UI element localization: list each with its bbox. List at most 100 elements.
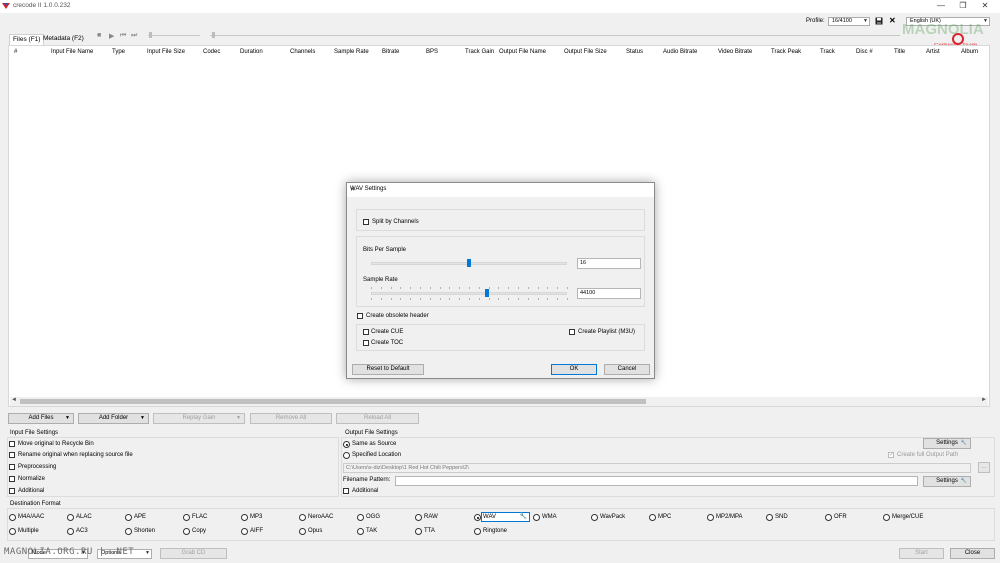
column-header[interactable]: Output File Name <box>499 49 546 55</box>
volume-slider-thumb[interactable] <box>149 32 152 38</box>
column-header[interactable]: Artist <box>926 49 940 55</box>
maximize-button[interactable]: ❐ <box>952 0 974 13</box>
filename-settings-button[interactable]: Settings 🔧 <box>923 476 971 487</box>
bits-per-sample-field[interactable]: 16 <box>577 258 641 269</box>
reload-all-button[interactable]: Reload All <box>336 413 419 424</box>
profile-select[interactable]: 16/4100 ▼ <box>828 17 870 26</box>
column-header[interactable]: Input File Name <box>51 49 93 55</box>
column-header[interactable]: Sample Rate <box>334 49 369 55</box>
column-header[interactable]: Title <box>894 49 905 55</box>
column-header[interactable]: Track <box>820 49 835 55</box>
output-additional-checkbox[interactable] <box>343 488 349 494</box>
replay-gain-button[interactable]: Replay Gain ▼ <box>153 413 245 424</box>
format-radio-flac[interactable] <box>183 514 190 521</box>
dialog-close-icon[interactable]: ✕ <box>350 186 649 193</box>
format-radio-merge-cue[interactable] <box>883 514 890 521</box>
column-header[interactable]: Track Gain <box>465 49 494 55</box>
format-radio-wavpack[interactable] <box>591 514 598 521</box>
column-header[interactable]: Input File Size <box>147 49 185 55</box>
format-radio-ringtone[interactable] <box>474 528 481 535</box>
column-header[interactable]: Video Bitrate <box>718 49 752 55</box>
column-header[interactable]: Output File Size <box>564 49 607 55</box>
column-header[interactable]: Audio Bitrate <box>663 49 697 55</box>
format-radio-copy[interactable] <box>183 528 190 535</box>
output-settings-button[interactable]: Settings 🔧 <box>923 438 971 449</box>
scroll-right-icon[interactable]: ► <box>981 397 987 403</box>
close-app-button[interactable]: Close <box>950 548 995 559</box>
sample-rate-field[interactable]: 44100 <box>577 288 641 299</box>
format-radio-tak[interactable] <box>357 528 364 535</box>
column-header[interactable]: Status <box>626 49 643 55</box>
column-header[interactable]: Disc # <box>856 49 873 55</box>
tab-metadata[interactable]: Metadata (F2) <box>40 34 87 45</box>
stop-icon[interactable]: ■ <box>97 32 101 39</box>
scrollbar-thumb[interactable] <box>20 399 646 404</box>
format-radio-multiple[interactable] <box>9 528 16 535</box>
bits-per-sample-thumb[interactable] <box>467 259 471 267</box>
next-icon[interactable]: ⏭ <box>131 32 137 40</box>
start-button[interactable]: Start <box>899 548 944 559</box>
format-radio-ac3[interactable] <box>67 528 74 535</box>
save-profile-icon[interactable] <box>875 17 883 25</box>
format-radio-ogg[interactable] <box>357 514 364 521</box>
remove-all-button[interactable]: Remove All <box>250 413 332 424</box>
volume-slider-track[interactable] <box>148 35 200 36</box>
format-radio-mp2-mpa[interactable] <box>707 514 714 521</box>
column-header[interactable]: Channels <box>290 49 315 55</box>
delete-profile-icon[interactable]: ✕ <box>889 16 896 25</box>
minimize-button[interactable]: — <box>930 0 952 13</box>
previous-icon[interactable]: ⏮ <box>120 32 126 40</box>
column-header[interactable]: BPS <box>426 49 438 55</box>
reset-to-default-button[interactable]: Reset to Default <box>352 364 424 375</box>
format-radio-mpc[interactable] <box>649 514 656 521</box>
format-radio-raw[interactable] <box>415 514 422 521</box>
same-as-source-radio[interactable] <box>343 441 350 448</box>
format-radio-neroaac[interactable] <box>299 514 306 521</box>
scroll-left-icon[interactable]: ◄ <box>11 397 17 403</box>
sample-rate-thumb[interactable] <box>484 289 489 297</box>
create-playlist-checkbox[interactable] <box>569 329 575 335</box>
format-radio-shorten[interactable] <box>125 528 132 535</box>
format-radio-wav[interactable] <box>474 514 481 521</box>
create-toc-checkbox[interactable] <box>363 340 369 346</box>
horizontal-scrollbar[interactable]: ◄ ► <box>10 397 988 406</box>
column-header[interactable]: Album <box>961 49 978 55</box>
split-by-channels-checkbox[interactable] <box>363 219 369 225</box>
column-header[interactable]: Duration <box>240 49 263 55</box>
preprocessing-checkbox[interactable] <box>9 464 15 470</box>
column-header[interactable]: Codec <box>203 49 220 55</box>
normalize-checkbox[interactable] <box>9 476 15 482</box>
format-radio-snd[interactable] <box>766 514 773 521</box>
play-icon[interactable]: ▶ <box>109 32 114 40</box>
create-full-output-path-checkbox[interactable] <box>888 451 894 458</box>
add-folder-button[interactable]: Add Folder ▼ <box>78 413 149 424</box>
format-radio-opus[interactable] <box>299 528 306 535</box>
add-files-button[interactable]: Add Files ▼ <box>8 413 74 424</box>
column-header[interactable]: Type <box>112 49 125 55</box>
format-radio-aiff[interactable] <box>241 528 248 535</box>
input-additional-checkbox[interactable] <box>9 488 15 494</box>
format-radio-alac[interactable] <box>67 514 74 521</box>
cancel-button[interactable]: Cancel <box>604 364 650 375</box>
column-header[interactable]: Bitrate <box>382 49 399 55</box>
create-cue-checkbox[interactable] <box>363 329 369 335</box>
output-path-input[interactable]: C:\Users\x-diz\Desktop\1 Red Hot Chili P… <box>343 463 971 473</box>
format-radio-tta[interactable] <box>415 528 422 535</box>
recycle-bin-checkbox[interactable] <box>9 441 15 447</box>
browse-button[interactable]: ... <box>978 462 990 473</box>
format-radio-mp3[interactable] <box>241 514 248 521</box>
sample-rate-slider[interactable] <box>371 292 567 295</box>
obsolete-header-checkbox[interactable] <box>357 313 363 319</box>
format-radio-wma[interactable] <box>533 514 540 521</box>
ok-button[interactable]: OK <box>551 364 597 375</box>
column-header[interactable]: # <box>14 49 17 55</box>
rename-original-checkbox[interactable] <box>9 452 15 458</box>
format-radio-m4a-aac[interactable] <box>9 514 16 521</box>
filename-pattern-input[interactable] <box>395 476 918 486</box>
format-radio-ape[interactable] <box>125 514 132 521</box>
format-radio-ofr[interactable] <box>825 514 832 521</box>
wav-settings-button[interactable]: WAV 🔧 <box>481 512 530 522</box>
specified-location-radio[interactable] <box>343 452 350 459</box>
window-close-button[interactable]: ✕ <box>974 0 996 13</box>
column-header[interactable]: Track Peak <box>771 49 801 55</box>
